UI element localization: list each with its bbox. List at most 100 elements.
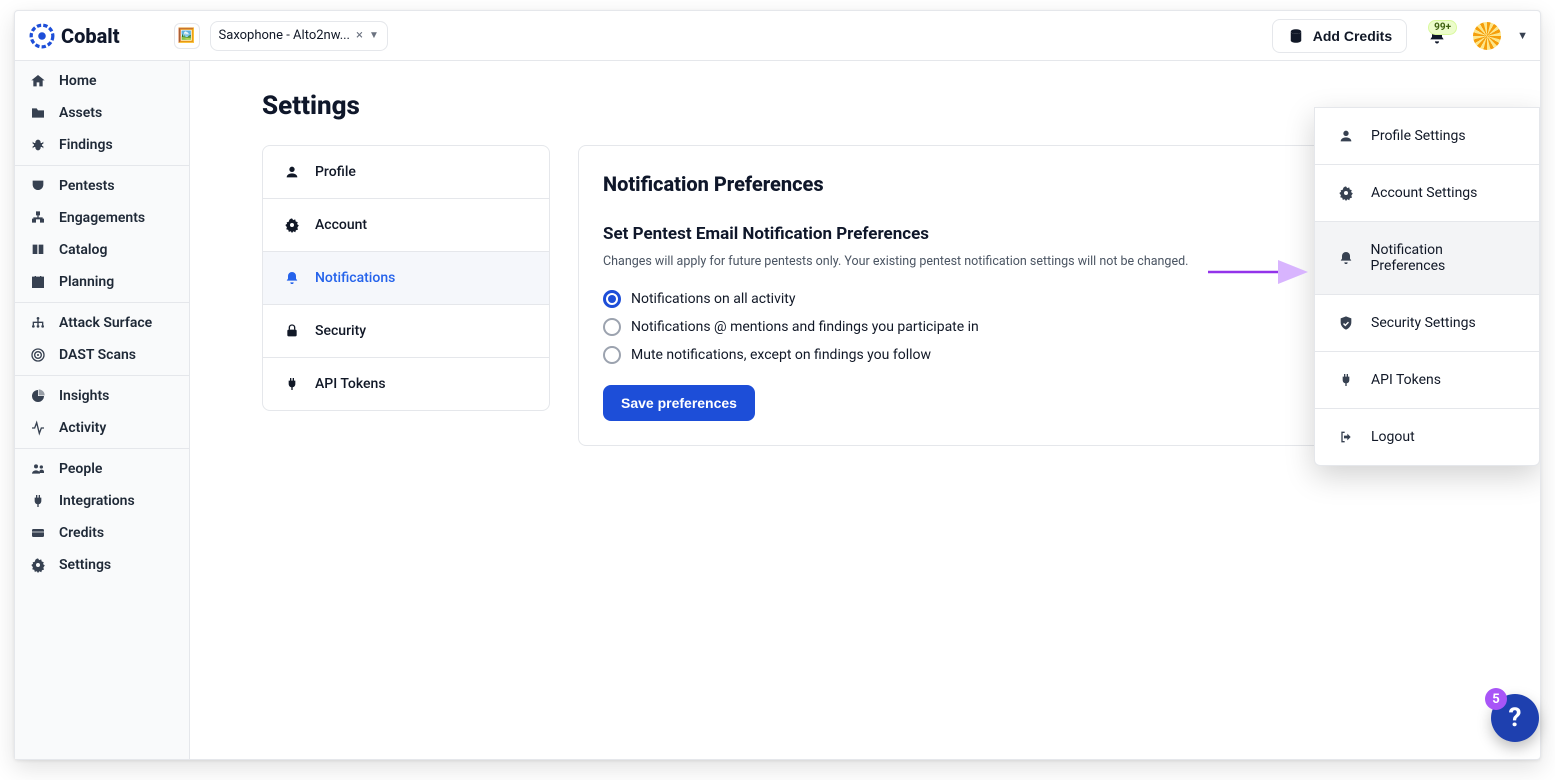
help-count-badge: 5 [1485,688,1507,710]
bell-icon [1337,250,1355,266]
piechart-icon [29,388,47,404]
user-menu-account-settings[interactable]: Account Settings [1315,165,1539,222]
app-window: Cobalt 🖼️ Saxophone - Alto2nw... × ▼ Add… [14,10,1541,760]
notifications-button[interactable]: 99+ [1427,26,1447,46]
subnav-item-security[interactable]: Security [263,305,549,358]
sidebar-item-label: Activity [59,420,106,436]
sidebar-item-assets[interactable]: Assets [15,97,189,129]
sidebar-item-engagements[interactable]: Engagements [15,202,189,234]
subnav-item-label: Security [315,323,366,339]
sidebar-item-integrations[interactable]: Integrations [15,485,189,517]
logout-icon [1337,429,1355,445]
sitemap-icon [29,315,47,331]
subnav-item-api-tokens[interactable]: API Tokens [263,358,549,410]
sidebar-item-label: Engagements [59,210,145,226]
subnav-item-label: Account [315,217,367,233]
sidebar-item-label: Pentests [59,178,115,194]
bug-icon [29,137,47,153]
plug-icon [283,376,301,392]
user-menu-security-settings[interactable]: Security Settings [1315,295,1539,352]
settings-subnav: Profile Account Notifications Security API T… [262,145,550,411]
user-menu-profile-settings[interactable]: Profile Settings [1315,108,1539,165]
user-menu-notification-preferences[interactable]: Notification Preferences [1315,222,1539,295]
sidebar-item-home[interactable]: Home [15,65,189,97]
sidebar-item-label: People [59,461,102,477]
sidebar-item-credits[interactable]: Credits [15,517,189,549]
sidebar-item-insights[interactable]: Insights [15,380,189,412]
sidebar-item-activity[interactable]: Activity [15,412,189,444]
add-credits-label: Add Credits [1313,28,1392,44]
activity-icon [29,420,47,436]
help-icon: ? [1509,703,1522,733]
sidebar-item-pentests[interactable]: Pentests [15,170,189,202]
chevron-down-icon: ▼ [369,30,379,41]
book-icon [29,242,47,258]
sidebar-item-settings[interactable]: Settings [15,549,189,581]
sidebar-item-label: Settings [59,557,111,573]
shieldbox-icon [29,178,47,194]
orgchart-icon [29,210,47,226]
sidebar-item-label: Planning [59,274,114,290]
coins-icon [1287,27,1305,45]
user-menu-logout[interactable]: Logout [1315,409,1539,465]
project-selector[interactable]: Saxophone - Alto2nw... × ▼ [210,21,388,51]
sidebar: Home Assets Findings Pentests Engagements Cat… [15,61,190,759]
user-menu-dropdown: Profile Settings Account Settings Notifica… [1314,107,1540,466]
sidebar-item-label: Findings [59,137,113,153]
sidebar-item-label: Integrations [59,493,135,509]
radio-input[interactable] [603,346,621,364]
radio-input[interactable] [603,290,621,308]
org-badge[interactable]: 🖼️ [174,23,200,49]
radio-input[interactable] [603,318,621,336]
subnav-item-label: Notifications [315,270,395,286]
sidebar-item-dast-scans[interactable]: DAST Scans [15,339,189,371]
avatar[interactable] [1473,22,1501,50]
brand-logo[interactable]: Cobalt [27,23,120,49]
body: Home Assets Findings Pentests Engagements Cat… [15,61,1540,759]
sidebar-item-label: Assets [59,105,102,121]
user-menu-label: Profile Settings [1371,128,1466,144]
project-name: Saxophone - Alto2nw... [219,28,350,43]
sidebar-item-people[interactable]: People [15,453,189,485]
radio-label: Notifications @ mentions and findings yo… [631,319,979,335]
topbar: Cobalt 🖼️ Saxophone - Alto2nw... × ▼ Add… [15,11,1540,61]
bell-icon [283,270,301,286]
people-icon [29,461,47,477]
subnav-item-account[interactable]: Account [263,199,549,252]
sidebar-item-catalog[interactable]: Catalog [15,234,189,266]
folder-icon [29,105,47,121]
sidebar-item-label: Insights [59,388,109,404]
add-credits-button[interactable]: Add Credits [1272,19,1407,53]
shieldcheck-icon [1337,315,1355,331]
chevron-down-icon[interactable]: ▼ [1517,29,1528,42]
org-emoji: 🖼️ [178,28,195,44]
sidebar-item-label: DAST Scans [59,347,136,363]
radio-label: Mute notifications, except on findings y… [631,347,931,363]
cobalt-logo-icon [29,23,55,49]
user-icon [283,164,301,180]
user-menu-api-tokens[interactable]: API Tokens [1315,352,1539,409]
clear-project-icon[interactable]: × [356,28,363,43]
user-menu-label: Security Settings [1371,315,1476,331]
sidebar-item-label: Attack Surface [59,315,152,331]
user-menu-label: Account Settings [1371,185,1477,201]
sidebar-item-label: Credits [59,525,104,541]
subnav-item-notifications[interactable]: Notifications [263,252,549,305]
subnav-item-profile[interactable]: Profile [263,146,549,199]
sidebar-item-planning[interactable]: Planning [15,266,189,298]
sidebar-item-label: Catalog [59,242,107,258]
radio-label: Notifications on all activity [631,291,795,307]
sidebar-item-label: Home [59,73,97,89]
subnav-item-label: API Tokens [315,376,386,392]
sidebar-item-attack-surface[interactable]: Attack Surface [15,307,189,339]
plug-icon [1337,372,1355,388]
card-icon [29,525,47,541]
user-menu-label: API Tokens [1371,372,1441,388]
save-preferences-button[interactable]: Save preferences [603,385,755,421]
target-icon [29,347,47,363]
help-button[interactable]: 5 ? [1491,694,1539,742]
brand-name: Cobalt [61,24,120,48]
sidebar-item-findings[interactable]: Findings [15,129,189,161]
notification-count-badge: 99+ [1428,20,1457,35]
gear-icon [29,557,47,573]
